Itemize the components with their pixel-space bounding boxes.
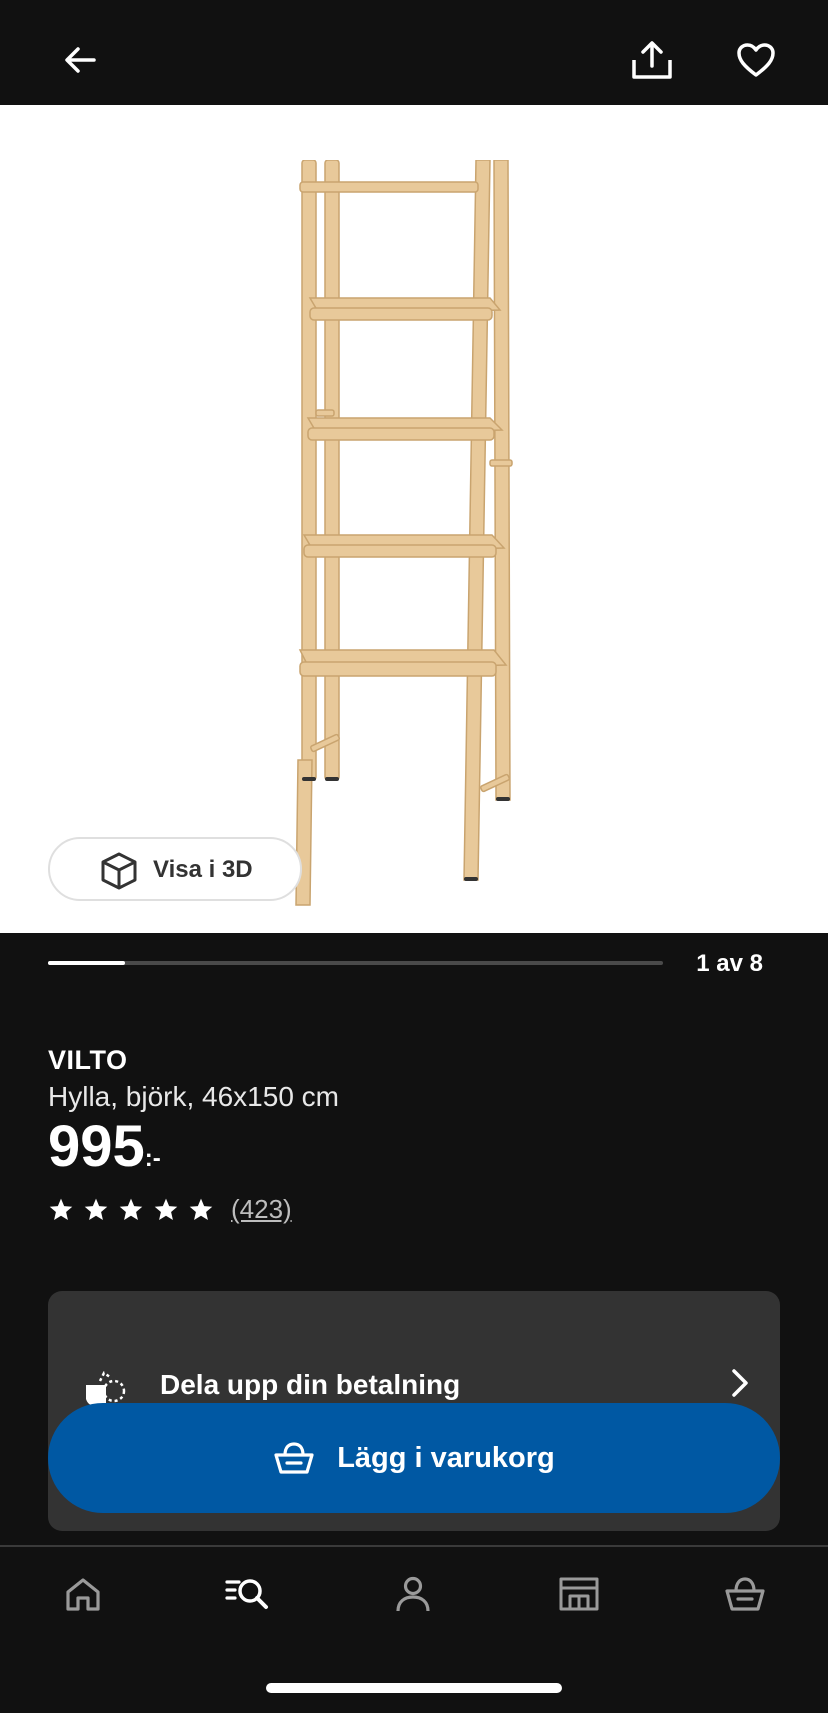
person-icon — [396, 1576, 430, 1612]
nav-stores[interactable] — [554, 1569, 604, 1619]
product-image-gallery[interactable]: Visa i 3D — [0, 105, 828, 933]
product-name: VILTO — [48, 1045, 128, 1075]
gallery-progress-fill — [48, 961, 125, 965]
home-indicator — [266, 1683, 562, 1693]
image-counter: 1 av 8 — [696, 950, 763, 977]
nav-home[interactable] — [58, 1569, 108, 1619]
product-price: 995:- — [48, 1118, 161, 1176]
search-icon — [225, 1579, 268, 1609]
add-to-cart-label: Lägg i varukorg — [337, 1441, 555, 1474]
add-to-cart-button[interactable]: Lägg i varukorg — [48, 1403, 780, 1513]
nav-cart[interactable] — [720, 1569, 770, 1619]
chevron-right-icon — [732, 1369, 748, 1397]
ladder-shelf-product-photo — [295, 160, 513, 906]
share-button[interactable] — [622, 30, 682, 90]
nav-search[interactable] — [222, 1569, 274, 1619]
cube-3d-icon — [101, 852, 137, 890]
home-icon — [66, 1578, 100, 1611]
star-icon — [154, 1198, 178, 1220]
store-icon — [559, 1577, 599, 1611]
product-description: Hylla, björk, 46x150 cm — [48, 1081, 340, 1112]
basket-icon — [725, 1577, 765, 1611]
price-suffix: :- — [144, 1145, 161, 1172]
star-icon — [119, 1198, 143, 1220]
review-count-link[interactable]: (423) — [231, 1194, 292, 1225]
bottom-navigation — [0, 1547, 828, 1637]
basket-icon — [274, 1442, 314, 1474]
view-in-3d-button[interactable]: Visa i 3D — [48, 837, 302, 901]
star-icon — [49, 1198, 73, 1220]
share-upload-icon — [632, 41, 672, 79]
nav-profile[interactable] — [388, 1569, 438, 1619]
star-icon — [84, 1198, 108, 1220]
favorite-button[interactable] — [726, 30, 786, 90]
price-integer: 995 — [48, 1114, 145, 1179]
top-bar — [0, 0, 828, 105]
heart-outline-icon — [737, 43, 775, 77]
star-icon — [189, 1198, 213, 1220]
view-in-3d-label: Visa i 3D — [153, 856, 253, 883]
payment-split-label: Dela upp din betalning — [160, 1369, 461, 1400]
arrow-left-icon — [65, 47, 96, 73]
gallery-progress-bar — [48, 961, 663, 965]
back-button[interactable] — [50, 30, 110, 90]
product-rating[interactable]: (423) — [48, 1194, 292, 1225]
